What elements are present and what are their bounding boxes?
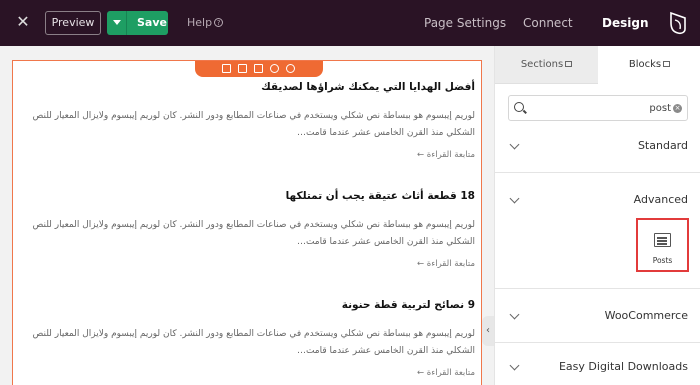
tab-page-settings[interactable]: Page Settings xyxy=(424,16,506,30)
tab-sections[interactable]: Sections xyxy=(495,46,598,84)
help-label: Help xyxy=(187,16,213,29)
search-icon xyxy=(514,102,524,112)
duplicate-icon[interactable] xyxy=(238,64,247,73)
clear-search-icon[interactable]: × xyxy=(673,104,682,113)
posts-icon xyxy=(654,233,671,247)
chevron-down-icon xyxy=(509,360,520,371)
post-item: 9 نصائح لتربية قطة حنونة لوريم إيبسوم هو… xyxy=(13,299,481,378)
settings-gear-icon[interactable] xyxy=(270,64,279,73)
read-more-link[interactable]: متابعة القراءة ← xyxy=(21,150,475,160)
tab-design[interactable]: Design xyxy=(602,16,649,30)
block-label: Posts xyxy=(652,256,673,265)
tab-sections-label: Sections xyxy=(520,59,564,70)
category-label: Advanced xyxy=(633,193,688,206)
chevron-down-icon xyxy=(509,139,520,149)
category-label: Standard xyxy=(637,138,688,152)
chevron-down-icon xyxy=(113,20,121,25)
post-title[interactable]: 9 نصائح لتربية قطة حنونة xyxy=(21,299,475,311)
search-input[interactable] xyxy=(531,99,671,117)
save-button[interactable]: Save xyxy=(107,11,168,35)
save-block-icon[interactable] xyxy=(254,64,263,73)
chevron-down-icon xyxy=(509,193,520,204)
post-item: أفضل الهدايا التي يمكنك شراؤها لصديقك لو… xyxy=(13,81,481,160)
seedprod-logo-icon xyxy=(670,11,686,35)
category-label: WooCommerce xyxy=(604,308,688,322)
help-link[interactable]: Help? xyxy=(187,16,224,29)
read-more-link[interactable]: متابعة القراءة ← xyxy=(21,368,475,378)
delete-icon[interactable] xyxy=(222,64,231,73)
blocks-panel: Sections Blocks × Standard Advanced Post… xyxy=(494,46,700,385)
sections-icon xyxy=(565,61,573,67)
blocks-icon xyxy=(663,61,671,67)
category-standard[interactable]: Standard xyxy=(495,119,700,173)
tab-connect[interactable]: Connect xyxy=(523,16,573,30)
block-toolbar xyxy=(195,61,323,77)
read-more-link[interactable]: متابعة القراءة ← xyxy=(21,259,475,269)
post-title[interactable]: أفضل الهدايا التي يمكنك شراؤها لصديقك xyxy=(21,81,475,93)
panel-tabs: Sections Blocks xyxy=(495,46,700,84)
move-icon[interactable] xyxy=(286,64,295,73)
save-label: Save xyxy=(137,16,167,29)
chevron-down-icon xyxy=(509,309,520,319)
category-easy-digital-downloads[interactable]: Easy Digital Downloads xyxy=(495,343,700,385)
post-excerpt: لوريم إيبسوم هو ببساطة نص شكلي ويستخدم ف… xyxy=(32,111,475,138)
post-title[interactable]: 18 قطعة أثاث عتيقة يجب أن تمتلكها xyxy=(21,190,475,202)
collapse-panel-toggle[interactable]: ‹ xyxy=(482,316,494,346)
close-icon[interactable]: ✕ xyxy=(13,12,33,32)
tab-blocks[interactable]: Blocks xyxy=(598,46,700,84)
tab-blocks-label: Blocks xyxy=(628,59,662,70)
post-excerpt: لوريم إيبسوم هو ببساطة نص شكلي ويستخدم ف… xyxy=(32,220,475,247)
save-options-toggle[interactable] xyxy=(107,11,127,35)
editor-canvas: أفضل الهدايا التي يمكنك شراؤها لصديقك لو… xyxy=(0,46,494,385)
question-icon: ? xyxy=(214,18,224,27)
top-bar: ✕ Preview Save Help? Page Settings Conne… xyxy=(0,0,700,46)
post-item: 18 قطعة أثاث عتيقة يجب أن تمتلكها لوريم … xyxy=(13,190,481,269)
posts-block-tile[interactable]: Posts xyxy=(636,218,689,272)
block-search: × xyxy=(508,95,688,121)
category-label: Easy Digital Downloads xyxy=(558,360,688,373)
posts-block-selected[interactable]: أفضل الهدايا التي يمكنك شراؤها لصديقك لو… xyxy=(12,60,482,385)
category-woocommerce[interactable]: WooCommerce xyxy=(495,289,700,343)
preview-button[interactable]: Preview xyxy=(45,11,101,35)
post-excerpt: لوريم إيبسوم هو ببساطة نص شكلي ويستخدم ف… xyxy=(32,329,475,356)
